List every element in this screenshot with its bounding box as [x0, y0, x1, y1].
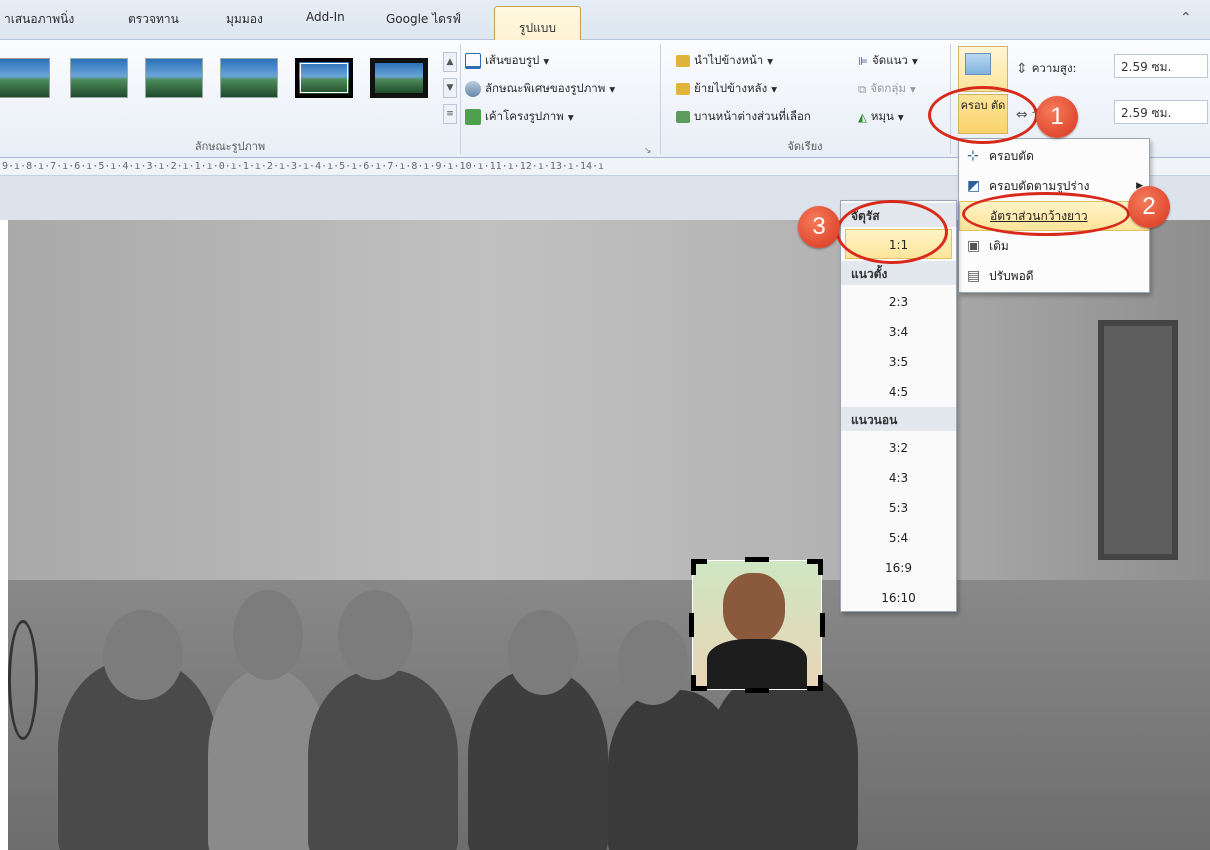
crop-handle-bottom[interactable]	[745, 688, 769, 693]
ratio-2-3[interactable]: 2:3	[841, 287, 956, 317]
styles-dialog-launcher-icon[interactable]: ↘	[644, 146, 652, 156]
height-icon: ⇕	[1016, 61, 1028, 77]
selection-pane-button[interactable]: บานหน้าต่างส่วนที่เลือก	[676, 108, 811, 126]
picture-style-6[interactable]	[370, 58, 428, 98]
picture-style-1[interactable]	[0, 58, 50, 98]
send-backward-icon	[676, 83, 690, 95]
tab-format[interactable]: รูปแบบ	[494, 6, 582, 41]
styles-scroll-down[interactable]: ▼	[443, 78, 457, 98]
rotate-icon: ◭	[858, 110, 867, 124]
styles-more[interactable]: ≡	[443, 104, 457, 124]
step-badge-1: 1	[1036, 96, 1078, 138]
picture-style-3[interactable]	[145, 58, 203, 98]
callout-ring-crop	[928, 86, 1038, 144]
crop-handle-top-left[interactable]	[691, 559, 707, 575]
height-label: ⇕ ความสูง:	[1016, 61, 1077, 77]
section-header-landscape: แนวนอน	[841, 407, 956, 431]
crop-handle-top-right[interactable]	[807, 559, 823, 575]
ratio-4-5[interactable]: 4:5	[841, 377, 956, 407]
crop-handle-left[interactable]	[689, 613, 694, 637]
crop-handle-right[interactable]	[820, 613, 825, 637]
smartart-icon	[465, 109, 481, 125]
ratio-16-10[interactable]: 16:10	[841, 583, 956, 613]
tab-google-drive[interactable]: Google ไดรฟ์	[386, 10, 461, 29]
section-header-portrait: แนวตั้ง	[841, 261, 956, 285]
ratio-3-4[interactable]: 3:4	[841, 317, 956, 347]
callout-ring-aspect	[962, 192, 1130, 236]
crop-picture-icon	[965, 53, 991, 75]
step-badge-3: 3	[798, 206, 840, 248]
fill-icon: ▣	[967, 238, 981, 254]
selection-pane-icon	[676, 111, 690, 123]
menu-item-crop[interactable]: ⊹ ครอบตัด	[959, 141, 1149, 171]
styles-scroll-up[interactable]: ▲	[443, 52, 457, 72]
collapse-ribbon-icon[interactable]: ⌃	[1180, 10, 1192, 26]
height-input[interactable]: 2.59 ซม.	[1114, 54, 1208, 78]
picture-border-button[interactable]: เส้นขอบรูป ▾	[465, 52, 549, 70]
tab-review[interactable]: ตรวจทาน	[128, 10, 179, 29]
rotate-button[interactable]: ◭ หมุน ▾	[858, 108, 904, 126]
picture-style-5[interactable]	[295, 58, 353, 98]
ratio-5-4[interactable]: 5:4	[841, 523, 956, 553]
ratio-16-9[interactable]: 16:9	[841, 553, 956, 583]
picture-layout-button[interactable]: เค้าโครงรูปภาพ ▾	[465, 108, 574, 126]
group-photo[interactable]	[8, 220, 1210, 850]
effects-icon	[465, 81, 481, 97]
bring-forward-button[interactable]: นำไปข้างหน้า ▾	[676, 52, 773, 70]
shape-icon: ◩	[967, 178, 981, 194]
ratio-5-3[interactable]: 5:3	[841, 493, 956, 523]
fit-icon: ▤	[967, 268, 981, 284]
ratio-3-5[interactable]: 3:5	[841, 347, 956, 377]
pen-icon	[465, 53, 481, 69]
tab-addin[interactable]: Add-In	[306, 10, 345, 24]
group-icon: ⧉	[858, 81, 867, 96]
cropped-portrait[interactable]	[689, 557, 825, 693]
crop-handle-bottom-right[interactable]	[807, 675, 823, 691]
align-button[interactable]: ⊫ จัดแนว ▾	[858, 52, 918, 70]
group-button[interactable]: ⧉ จัดกลุ่ม ▾	[858, 80, 916, 98]
width-input[interactable]: 2.59 ซม.	[1114, 100, 1208, 124]
step-badge-2: 2	[1128, 186, 1170, 228]
tab-view[interactable]: มุมมอง	[226, 10, 263, 29]
bring-forward-icon	[676, 55, 690, 67]
send-backward-button[interactable]: ย้ายไปข้างหลัง ▾	[676, 80, 777, 98]
callout-ring-square	[836, 200, 948, 264]
tab-slideshow[interactable]: าเสนอภาพนิ่ง	[4, 10, 74, 29]
picture-effects-button[interactable]: ลักษณะพิเศษของรูปภาพ ▾	[465, 80, 615, 98]
ratio-4-3[interactable]: 4:3	[841, 463, 956, 493]
ratio-3-2[interactable]: 3:2	[841, 433, 956, 463]
crop-handle-top[interactable]	[745, 557, 769, 562]
styles-group-label: ลักษณะรูปภาพ	[194, 140, 266, 153]
align-icon: ⊫	[858, 54, 869, 68]
ribbon-tab-bar: าเสนอภาพนิ่ง ตรวจทาน มุมมอง Add-In Googl…	[0, 0, 1210, 41]
picture-style-2[interactable]	[70, 58, 128, 98]
menu-item-fit[interactable]: ▤ ปรับพอดี	[959, 261, 1149, 291]
crop-handle-bottom-left[interactable]	[691, 675, 707, 691]
picture-style-4[interactable]	[220, 58, 278, 98]
crop-icon: ⊹	[967, 148, 979, 164]
arrange-group-label: จัดเรียง	[787, 140, 823, 153]
